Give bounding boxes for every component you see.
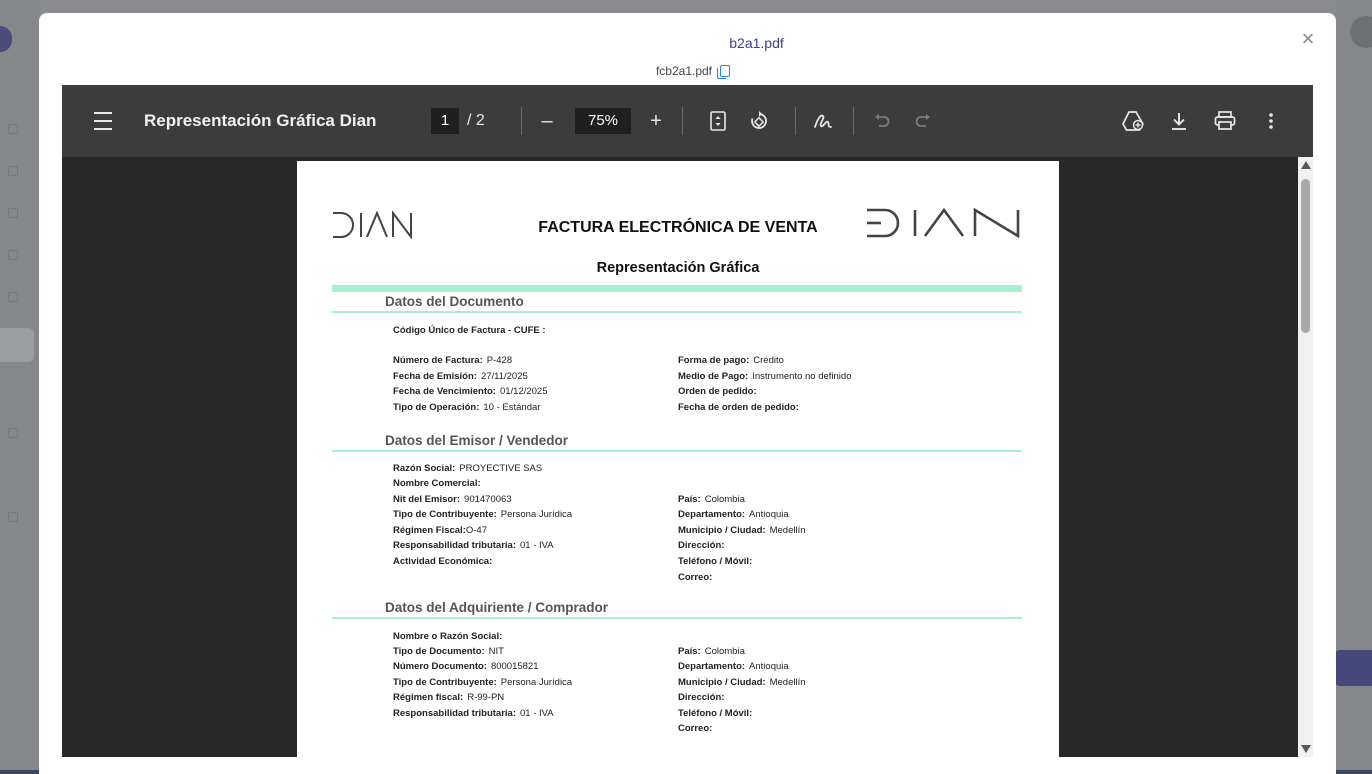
section-divider [332,617,1022,619]
page-number-input[interactable]: 1 [431,108,459,134]
file-name: fcb2a1.pdf [655,64,713,78]
zoom-out-button[interactable]: – [533,85,561,157]
background-nav-item [8,166,18,176]
page-total: / 2 [467,112,485,129]
background-nav-item [8,428,18,438]
zoom-level[interactable]: 75% [575,85,631,157]
issuer-nit-field: Nit del Emisor: 901470063 [393,494,512,505]
zoom-in-button[interactable]: + [642,85,670,157]
order-field: Orden de pedido: [678,386,757,397]
pdf-page: FACTURA ELECTRÓNICA DE VENTA Representac… [297,161,1059,757]
section-title-buyer: Datos del Adquiriente / Comprador [385,600,609,615]
background-action-button [1334,650,1372,686]
toolbar-divider [682,107,683,135]
zoom-value[interactable]: 75% [575,108,631,134]
buyer-taxpayer-type-field: Tipo de Contribuyente: Persona Jurídica [393,677,573,688]
toolbar-divider [853,107,854,135]
due-date-field: Fecha de Vencimiento: 01/12/2025 [393,386,548,397]
save-to-drive-icon[interactable] [1119,85,1147,157]
undo-icon[interactable] [868,85,896,157]
pdf-page-area[interactable]: FACTURA ELECTRÓNICA DE VENTA Representac… [62,157,1298,757]
payment-form-field: Forma de pago: Crédito [678,355,784,366]
scroll-up-arrow[interactable] [1301,161,1311,169]
pdf-viewer: Representación Gráfica Dian 1 / 2 – 75% … [62,85,1313,757]
modal-title: b2a1.pdf [729,35,784,51]
buyer-address-field: Dirección: [678,692,725,703]
buyer-doc-number-field: Número Documento: 800015821 [393,661,539,672]
buyer-name-field: Nombre o Razón Social: [393,631,503,642]
buyer-phone-field: Teléfono / Móvil: [678,708,753,719]
page-navigator: 1 / 2 [431,85,485,157]
issuer-name-field: Razón Social: PROYECTIVE SAS [393,463,543,474]
buyer-email-field: Correo: [678,723,713,734]
issuer-department-field: Departamento: Antioquia [678,509,789,520]
background-nav-active [0,328,34,362]
background-nav-item [8,250,18,260]
issuer-address-field: Dirección: [678,540,725,551]
pdf-toolbar: Representación Gráfica Dian 1 / 2 – 75% … [62,85,1313,157]
buyer-doc-type-field: Tipo de Documento: NIT [393,646,504,657]
order-date-field: Fecha de orden de pedido: [678,402,799,413]
more-options-icon[interactable] [1257,85,1285,157]
section-title-document: Datos del Documento [385,294,524,309]
issuer-tax-responsibility-field: Responsabilidad tributaria: 01 - IVA [393,540,554,551]
copy-icon[interactable] [717,64,731,79]
background-nav-item [8,292,18,302]
buyer-country-field: País: Colombia [678,646,745,657]
redo-icon[interactable] [909,85,937,157]
draw-icon[interactable] [809,85,837,157]
buyer-tax-responsibility-field: Responsabilidad tributaria: 01 - IVA [393,708,554,719]
section-divider [332,311,1022,313]
section-title-issuer: Datos del Emisor / Vendedor [385,433,569,448]
dian-logo-right [865,205,1021,247]
invoice-subtitle: Representación Gráfica [596,260,760,276]
issuer-taxpayer-type-field: Tipo de Contribuyente: Persona Jurídica [393,509,573,520]
toolbar-divider [795,107,796,135]
issuer-email-field: Correo: [678,572,713,583]
scroll-down-arrow[interactable] [1301,745,1311,753]
document-title: Representación Gráfica Dian [144,111,377,130]
header-bar [332,285,1022,292]
fit-page-icon[interactable] [704,85,732,157]
issuer-tax-regime-field: Régimen Fiscal:O-47 [393,525,487,536]
issuer-city-field: Municipio / Ciudad: Medellín [678,525,806,536]
invoice-number-field: Número de Factura: P-428 [393,355,513,366]
menu-icon[interactable] [93,85,113,157]
scroll-thumb[interactable] [1301,179,1310,333]
issuer-trade-name-field: Nombre Comercial: [393,478,481,489]
download-icon[interactable] [1165,85,1193,157]
buyer-tax-regime-field: Régimen fiscal: R-99-PN [393,692,505,703]
toolbar-divider [521,107,522,135]
rotate-icon[interactable] [745,85,773,157]
background-logo [0,26,12,52]
background-sidebar [0,0,40,774]
issuer-phone-field: Teléfono / Móvil: [678,556,753,567]
file-name-row: fcb2a1.pdf [39,64,1336,79]
pdf-preview-modal: b2a1.pdf × fcb2a1.pdf Representación Grá… [39,13,1336,774]
background-nav-item [8,512,18,522]
issuer-activity-field: Actividad Económica: [393,556,493,567]
background-nav-item [8,208,18,218]
payment-method-field: Medio de Pago: Instrumento no definido [678,371,852,382]
vertical-scrollbar[interactable] [1298,157,1313,757]
background-avatar [1350,16,1372,48]
background-right-panel [1334,0,1372,774]
issuer-country-field: País: Colombia [678,494,745,505]
section-divider [332,450,1022,452]
print-icon[interactable] [1211,85,1239,157]
close-icon[interactable]: × [1298,28,1318,50]
issue-date-field: Fecha de Emisión: 27/11/2025 [393,371,528,382]
cufe-field: Código Único de Factura - CUFE : [393,325,546,336]
operation-type-field: Tipo de Operación: 10 - Estándar [393,402,541,413]
buyer-department-field: Departamento: Antioquia [678,661,789,672]
background-nav-item [8,124,18,134]
buyer-city-field: Municipio / Ciudad: Medellín [678,677,806,688]
